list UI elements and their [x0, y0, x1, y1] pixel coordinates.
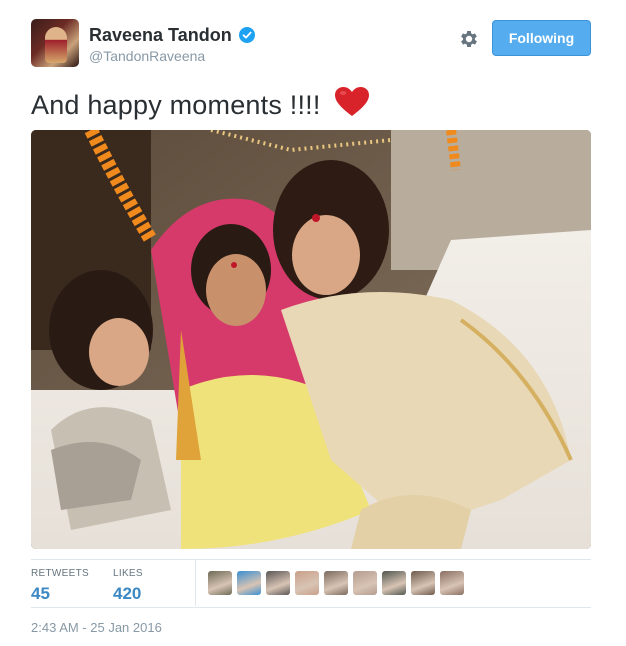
photo-illustration: [31, 130, 591, 549]
retweets-count: 45: [31, 584, 50, 603]
verified-badge-icon: [239, 27, 256, 43]
stats-separator: [195, 560, 196, 606]
liker-avatar-8[interactable]: [411, 571, 435, 595]
tweet-text-content: And happy moments !!!!: [31, 90, 321, 120]
gear-icon[interactable]: [458, 28, 480, 50]
liker-avatar-3[interactable]: [266, 571, 290, 595]
tweet-stats: RETWEETS 45 LIKES 420: [31, 559, 591, 607]
liker-avatar-4[interactable]: [295, 571, 319, 595]
retweets-stat[interactable]: RETWEETS 45: [31, 567, 89, 604]
liker-avatar-6[interactable]: [353, 571, 377, 595]
liker-avatar-2[interactable]: [237, 571, 261, 595]
stats-divider-bottom: [31, 607, 591, 608]
following-button[interactable]: Following: [492, 20, 591, 56]
tweet-text: And happy moments !!!!: [31, 86, 370, 122]
liker-avatar-5[interactable]: [324, 571, 348, 595]
user-handle[interactable]: @TandonRaveena: [89, 47, 255, 65]
tweet-timestamp[interactable]: 2:43 AM - 25 Jan 2016: [31, 620, 162, 636]
retweets-label: RETWEETS: [31, 568, 89, 579]
tweet-photo[interactable]: [31, 130, 591, 549]
likes-label: LIKES: [113, 568, 143, 579]
liker-avatar-9[interactable]: [440, 571, 464, 595]
user-names: Raveena Tandon @TandonRaveena: [89, 24, 256, 65]
profile-avatar[interactable]: [31, 19, 79, 67]
red-heart-icon: [335, 87, 370, 116]
likes-count: 420: [113, 584, 142, 603]
avatar-figure: [45, 27, 67, 63]
liker-avatar-1[interactable]: [208, 571, 232, 595]
liker-avatar-7[interactable]: [382, 571, 406, 595]
likes-stat[interactable]: LIKES 420: [113, 567, 143, 604]
display-name[interactable]: Raveena Tandon: [89, 24, 232, 46]
tweet-header: Raveena Tandon @TandonRaveena Following: [31, 19, 591, 69]
